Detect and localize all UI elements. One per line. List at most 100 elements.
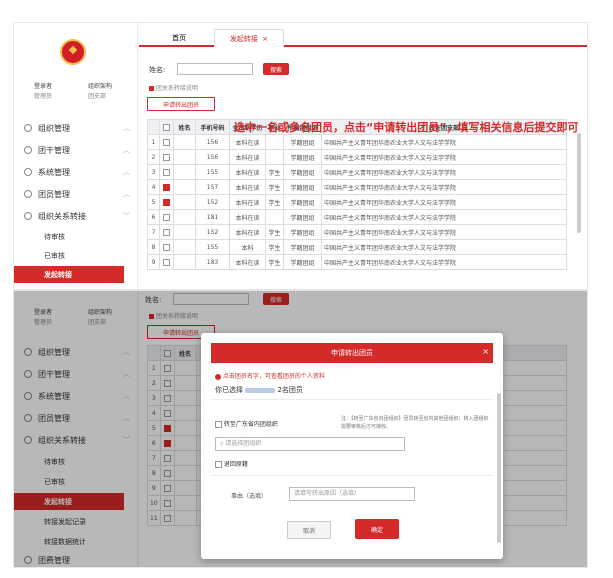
panel-modal-view: 登录者 管理员 组织架构 团支部 组织管理 ︿ 团干管理 ︿ 系统管理 ︿ 团员管理 ︿… xyxy=(13,290,588,568)
tab-initiate[interactable]: 发起转接 × xyxy=(214,29,284,47)
option-province-checkbox[interactable] xyxy=(215,421,222,428)
instruction-text: 选中一名或多名团员，点击“申请转出团员”，填写相关信息后提交即可 xyxy=(234,121,579,134)
transfer-modal: 申请转出团员 × 点击团员名字，可查看团员的个人资料 你已选择 2名团员 转至广… xyxy=(201,333,503,559)
sidebar-item-transfer[interactable]: 组织关系转接 ﹀ xyxy=(14,207,138,225)
row-branch: 中国共产主义青年团华南农业大学人文与法学学院 xyxy=(321,224,567,240)
org-name: 组织架构 xyxy=(88,83,113,90)
row-select-checkbox[interactable] xyxy=(163,198,170,206)
row-status: 学籍团组 xyxy=(283,134,322,150)
sidebar-item-org[interactable]: 组织管理 ︿ xyxy=(14,119,138,137)
table-row[interactable]: 1 156 本科在读 学籍团组 中国共产主义青年团华南农业大学人文与法学学院 xyxy=(147,134,567,150)
cadre-icon xyxy=(24,146,32,154)
row-select-checkbox[interactable] xyxy=(163,183,170,191)
screenshot-frame: 登录者 管理员 组织架构 团支部 组织管理 ︿ 团干管理 ︿ 系统管理 ︿ 团员管理 ︿… xyxy=(0,0,613,578)
user-name: 登录者 xyxy=(34,83,53,90)
apply-transfer-button[interactable]: 申请转出团员 xyxy=(147,97,215,111)
row-education: 本科在读 xyxy=(229,194,266,210)
tip-text: 点击团员名字，可查看团员的个人资料 xyxy=(222,373,325,380)
row-phone: 152 xyxy=(195,224,230,240)
transfer-icon xyxy=(24,212,32,220)
org-search-input[interactable]: ⌕ 请选择团组织 xyxy=(215,437,405,451)
sidebar-item-members[interactable]: 团员管理 ︿ xyxy=(14,185,138,203)
league-logo-icon xyxy=(60,39,86,65)
sub-item-reviewed[interactable]: 已审核 xyxy=(14,247,124,264)
option-return[interactable]: 退回原籍 xyxy=(215,459,248,468)
table-row[interactable]: 9 183 本科在读 学生 学籍团组 中国共产主义青年团华南农业大学人文与法学学院 xyxy=(147,254,567,270)
row-select-checkbox[interactable] xyxy=(163,213,170,221)
member-icon xyxy=(24,190,32,198)
row-checkbox[interactable] xyxy=(159,254,174,270)
row-select-checkbox[interactable] xyxy=(163,168,170,176)
cancel-button[interactable]: 取消 xyxy=(287,521,331,539)
row-status: 学籍团组 xyxy=(283,239,322,255)
row-checkbox[interactable] xyxy=(159,239,174,255)
divider xyxy=(211,399,493,400)
name-search-input[interactable] xyxy=(177,63,253,75)
table-row[interactable]: 8 155 本科 学生 学籍团组 中国共产主义青年团华南农业大学人文与法学学院 xyxy=(147,239,567,255)
row-select-checkbox[interactable] xyxy=(163,258,170,266)
sidebar-item-system[interactable]: 系统管理 ︿ xyxy=(14,163,138,181)
sub-item-initiate[interactable]: 发起转接 xyxy=(14,266,124,283)
row-select-checkbox[interactable] xyxy=(163,243,170,251)
row-checkbox[interactable] xyxy=(159,164,174,180)
org-icon xyxy=(24,124,32,132)
member-table: 姓名 手机号码 全日制学历 职业 所属团组织 所在团支部 1 156 本科在读 学籍团… xyxy=(147,119,567,270)
row-phone: 156 xyxy=(195,134,230,150)
row-checkbox[interactable] xyxy=(159,149,174,165)
row-checkbox[interactable] xyxy=(159,179,174,195)
sub-item-pending[interactable]: 待审核 xyxy=(14,228,124,245)
confirm-button[interactable]: 确定 xyxy=(355,519,399,539)
close-icon[interactable]: × xyxy=(482,347,489,356)
table-row[interactable]: 3 155 本科在读 学生 学籍团组 中国共产主义青年团华南农业大学人文与法学学院 xyxy=(147,164,567,180)
row-checkbox[interactable] xyxy=(159,134,174,150)
search-button[interactable]: 搜索 xyxy=(263,63,289,75)
row-checkbox[interactable] xyxy=(159,209,174,225)
row-education: 本科在读 xyxy=(229,254,266,270)
row-job: 学生 xyxy=(265,194,284,210)
tab-bar: 首页 发起转接 × xyxy=(139,29,587,47)
col-name: 姓名 xyxy=(173,119,196,135)
main-content: 首页 发起转接 × 姓名: 搜索 团关系转接说明 申请转出团员 姓名 手机号码 … xyxy=(139,23,587,289)
row-job xyxy=(265,134,284,150)
row-branch: 中国共产主义青年团华南农业大学人文与法学学院 xyxy=(321,239,567,255)
row-index: 5 xyxy=(147,194,160,210)
notice-text: 团关系转接说明 xyxy=(155,85,198,92)
table-row[interactable]: 6 181 本科在读 学籍团组 中国共产主义青年团华南农业大学人文与法学学院 xyxy=(147,209,567,225)
search-icon: ⌕ xyxy=(220,440,224,447)
sidebar-item-cadre[interactable]: 团干管理 ︿ xyxy=(14,141,138,159)
reason-input[interactable]: 请填写转出原因（选填） xyxy=(289,487,415,501)
close-icon[interactable]: × xyxy=(262,35,268,43)
option-return-checkbox[interactable] xyxy=(215,461,222,468)
row-index: 8 xyxy=(147,239,160,255)
transfer-notice-link[interactable]: 团关系转接说明 xyxy=(149,83,198,92)
table-row[interactable]: 7 152 本科在读 学生 学籍团组 中国共产主义青年团华南农业大学人文与法学学院 xyxy=(147,224,567,240)
chevron-down-icon: ﹀ xyxy=(123,212,130,220)
modal-scrollbar[interactable] xyxy=(497,393,501,543)
row-select-checkbox[interactable] xyxy=(163,138,170,146)
row-index: 1 xyxy=(147,134,160,150)
row-name xyxy=(173,194,196,210)
row-branch: 中国共产主义青年团华南农业大学人文与法学学院 xyxy=(321,194,567,210)
scrollbar[interactable] xyxy=(577,133,581,233)
option-province[interactable]: 转至广东省内团组织 xyxy=(215,419,278,428)
reason-label: 事由（选填） xyxy=(231,493,268,500)
row-select-checkbox[interactable] xyxy=(163,153,170,161)
row-checkbox[interactable] xyxy=(159,224,174,240)
sidebar: 登录者 管理员 组织架构 团支部 组织管理 ︿ 团干管理 ︿ 系统管理 ︿ 团员管理 ︿… xyxy=(14,23,138,289)
settings-icon xyxy=(24,168,32,176)
user-role: 管理员 xyxy=(34,93,53,100)
row-branch: 中国共产主义青年团华南农业大学人文与法学学院 xyxy=(321,134,567,150)
table-row[interactable]: 5 152 本科在读 学生 学籍团组 中国共产主义青年团华南农业大学人文与法学学院 xyxy=(147,194,567,210)
row-phone: 183 xyxy=(195,254,230,270)
row-status: 学籍团组 xyxy=(283,224,322,240)
table-row[interactable]: 2 156 本科在读 学籍团组 中国共产主义青年团华南农业大学人文与法学学院 xyxy=(147,149,567,165)
row-select-checkbox[interactable] xyxy=(163,228,170,236)
select-all-checkbox[interactable] xyxy=(163,123,170,131)
table-row[interactable]: 4 157 本科在读 学生 学籍团组 中国共产主义青年团华南农业大学人文与法学学院 xyxy=(147,179,567,195)
tab-home[interactable]: 首页 xyxy=(149,29,209,47)
row-education: 本科 xyxy=(229,239,266,255)
row-education: 本科在读 xyxy=(229,164,266,180)
row-status: 学籍团组 xyxy=(283,179,322,195)
col-select[interactable] xyxy=(159,119,174,135)
row-checkbox[interactable] xyxy=(159,194,174,210)
